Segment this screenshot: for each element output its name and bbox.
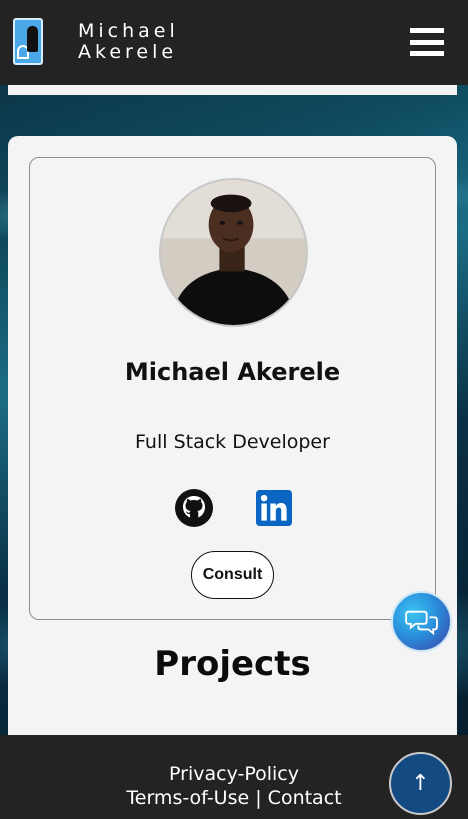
top-panel-edge [8,85,457,95]
brand-last-name: Akerele [78,41,178,63]
consult-button[interactable]: Consult [191,551,274,599]
back-to-top-button[interactable]: ↑ [389,752,452,815]
profile-name: Michael Akerele [124,358,341,386]
terms-of-use-link[interactable]: Terms-of-Use [126,787,249,809]
arrow-up-icon: ↑ [411,771,430,796]
site-header: Michael Akerele [0,0,468,85]
projects-heading: Projects [154,644,311,684]
profile-card: Michael Akerele Full Stack Developer Con… [29,157,436,620]
privacy-policy-link[interactable]: Privacy-Policy [169,763,299,785]
contact-link[interactable]: Contact [268,787,342,809]
profile-photo [161,180,306,325]
hamburger-menu-icon[interactable] [410,28,444,56]
main-card: Michael Akerele Full Stack Developer Con… [8,136,457,756]
chat-bubbles-icon[interactable] [391,591,452,652]
footer-separator: | [249,787,268,809]
brand-name[interactable]: Michael Akerele [78,21,179,63]
github-icon[interactable] [174,488,214,528]
brand-first-name: Michael [78,20,179,42]
avatar [159,178,308,327]
linkedin-icon[interactable] [254,488,294,528]
ma-logo-icon[interactable] [13,18,43,65]
profile-role: Full Stack Developer [135,431,330,453]
